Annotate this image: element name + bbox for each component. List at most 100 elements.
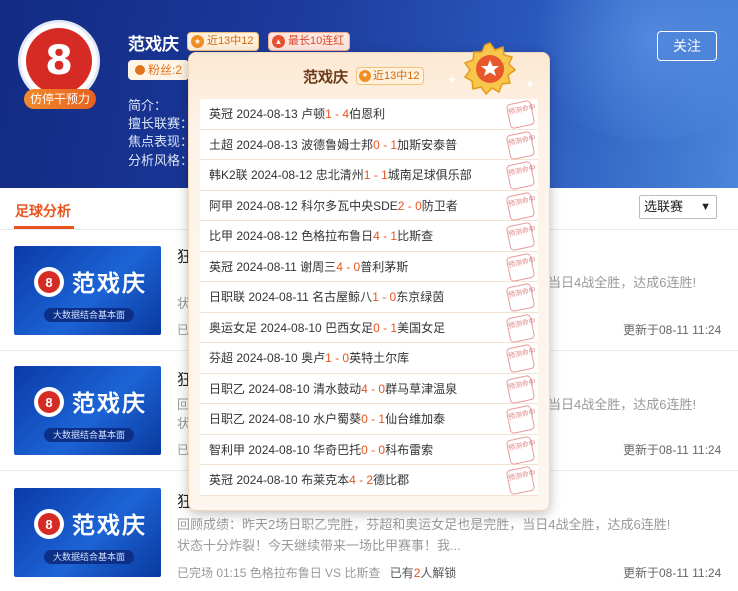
record-away-team: 防卫者 [421,198,458,213]
longest-streak-tag: ▲ 最长10连红 [268,32,351,51]
record-away-team: 普利茅斯 [360,259,409,274]
record-away-team: 德比郡 [373,473,410,487]
thumbnail-subtitle: 大数据结合基本面 [44,308,134,322]
unlock-suffix: 人解锁 [420,566,457,580]
record-home-team: 布莱克本 [301,473,350,487]
record-row[interactable]: 英冠 2024-08-10 布莱克本4 - 2德比郡 预测命中 [200,465,538,496]
hit-stamp-icon: 预测命中 [505,99,537,130]
record-date: 2024-08-13 [236,137,302,152]
record-league: 智利甲 [209,442,249,457]
thumbnail-subtitle: 大数据结合基本面 [44,428,134,442]
banner-glow [520,0,738,140]
record-row[interactable]: 土超 2024-08-13 波德鲁姆士邦0 - 1加斯安泰普 预测命中 [200,129,538,160]
hit-stamp-icon: 预测命中 [505,221,537,252]
hit-stamp-icon: 预测命中 [505,374,537,404]
record-home-team: 色格拉布鲁日 [301,229,374,243]
record-row[interactable]: 英冠 2024-08-13 卢顿1 - 4伯恩利 预测命中 [200,99,538,130]
record-score: 2 - 0 [397,198,422,213]
record-list: 英冠 2024-08-13 卢顿1 - 4伯恩利 预测命中 土超 2024-08-1… [200,99,538,496]
league-select[interactable]: 选联赛 ▼ [639,195,717,219]
record-league: 土超 [209,137,237,152]
record-away-team: 群马草津温泉 [385,381,458,396]
thumbnail-title: 范戏庆 [72,271,147,297]
record-away-team: 美国女足 [397,320,446,335]
record-date: 2024-08-10 [248,412,314,426]
thumbnail-title: 范戏庆 [72,513,147,539]
tab-football-analysis[interactable]: 足球分析 [15,201,71,221]
record-league: 日职乙 [209,381,249,396]
record-away-team: 科布雷索 [385,442,434,457]
record-home-team: 清水鼓动 [313,381,362,396]
record-row[interactable]: 奥运女足 2024-08-10 巴西女足0 - 1美国女足 预测命中 [200,312,538,343]
article-thumbnail: 8 范戏庆 大数据结合基本面 [14,488,161,577]
hit-stamp-icon: 预测命中 [505,465,537,496]
record-score: 1 - 1 [363,168,388,182]
league-label: 擅长联赛： [128,116,194,131]
record-league: 芬超 [209,351,237,365]
league-select-value: 选联赛 [644,199,684,214]
record-home-team: 科尔多瓦中央SDE [301,198,398,213]
record-row[interactable]: 韩K2联 2024-08-12 忠北清州1 - 1城南足球俱乐部 预测命中 [200,160,538,191]
record-league: 英冠 [209,259,237,274]
record-row[interactable]: 日职乙 2024-08-10 水户蜀葵0 - 1仙台维加泰 预测命中 [200,404,538,435]
record-score: 4 - 1 [373,229,398,243]
record-row[interactable]: 英冠 2024-08-11 谢周三4 - 0普利茅斯 预测命中 [200,251,538,282]
record-score: 0 - 0 [361,442,386,457]
record-date: 2024-08-10 [236,473,302,487]
fans-count: 粉丝:2 [128,60,190,80]
record-home-team: 卢顿 [301,107,326,121]
record-score: 1 - 0 [372,290,397,304]
record-away-team: 比斯查 [397,229,434,243]
record-league: 奥运女足 [209,320,261,335]
streak-tag-label: 近13中12 [207,35,254,47]
record-home-team: 奥卢 [301,351,326,365]
record-home-team: 华奇巴托 [313,442,362,457]
record-row[interactable]: 日职乙 2024-08-10 清水鼓动4 - 0群马草津温泉 预测命中 [200,373,538,404]
record-league: 韩K2联 [209,168,252,182]
article-meta: 已完场 01:15 色格拉布鲁日 VS 比斯查 已有2人解锁 [177,564,456,581]
record-date: 2024-08-10 [236,351,302,365]
follow-button[interactable]: 关注 [657,31,717,61]
record-row[interactable]: 日职联 2024-08-11 名古屋鲸八1 - 0东京绿茵 预测命中 [200,282,538,313]
logo-icon: 8 [34,387,64,417]
hit-stamp-icon: 预测命中 [505,252,537,282]
record-away-team: 仙台维加泰 [385,412,446,426]
avatar-logo: 8 [26,28,92,94]
user-icon [135,65,145,75]
sparkle-icon: ✦ [525,77,536,91]
longest-streak-label: 最长10连红 [288,35,345,47]
hit-stamp-icon: 预测命中 [505,404,537,435]
record-home-team: 波德鲁姆士邦 [301,137,374,152]
article-snippet-line2: 状态十分炸裂！今天继续带来一场比甲赛事！我... [177,538,461,553]
article-updated-time: 更新于08-11 11:24 [623,323,722,337]
record-away-team: 英特土尔库 [349,351,410,365]
active-tab-indicator [14,226,74,229]
hit-stamp-icon: 预测命中 [505,313,537,343]
record-score: 4 - 2 [349,473,374,487]
record-date: 2024-08-11 [236,259,301,274]
record-away-team: 东京绿茵 [396,290,445,304]
avatar-logo-text: 8 [45,38,73,84]
record-date: 2024-08-10 [248,442,314,457]
record-date: 2024-08-10 [260,320,326,335]
record-row[interactable]: 芬超 2024-08-10 奥卢1 - 0英特土尔库 预测命中 [200,343,538,374]
record-score: 1 - 0 [325,351,350,365]
record-date: 2024-08-12 [236,198,302,213]
record-score: 0 - 1 [373,137,398,152]
record-home-team: 忠北清州 [315,168,364,182]
record-row[interactable]: 比甲 2024-08-12 色格拉布鲁日4 - 1比斯查 预测命中 [200,221,538,252]
record-row[interactable]: 阿甲 2024-08-12 科尔多瓦中央SDE2 - 0防卫者 预测命中 [200,190,538,221]
record-home-team: 名古屋鲸八 [312,290,373,304]
chevron-down-icon: ▼ [700,201,711,213]
record-league: 日职联 [209,290,249,304]
medal-icon [463,42,517,96]
record-league: 比甲 [209,229,237,243]
record-league: 阿甲 [209,198,237,213]
article-thumbnail: 8 范戏庆 大数据结合基本面 [14,246,161,335]
record-row[interactable]: 智利甲 2024-08-10 华奇巴托0 - 0科布雷索 预测命中 [200,434,538,465]
avatar-badge: 仿停干预力 [24,89,96,109]
record-away-team: 城南足球俱乐部 [387,168,472,182]
record-score: 1 - 4 [325,107,350,121]
logo-icon: 8 [34,509,64,539]
record-date: 2024-08-13 [236,107,302,121]
